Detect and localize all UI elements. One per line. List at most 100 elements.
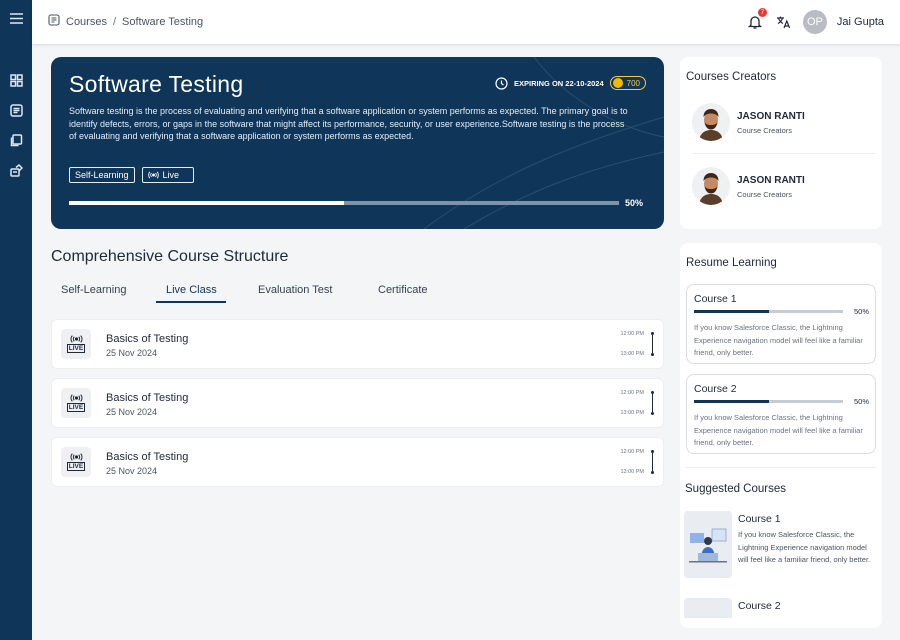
tag-self-learning: Self-Learning bbox=[69, 167, 135, 183]
suggested-course-item[interactable]: Course 2 bbox=[684, 598, 876, 618]
breadcrumb-courses[interactable]: Courses bbox=[66, 16, 107, 28]
resume-progress-bar bbox=[694, 400, 843, 403]
course-title: Software Testing bbox=[69, 71, 244, 97]
tab-evaluation-test[interactable]: Evaluation Test bbox=[258, 284, 332, 296]
section-divider bbox=[686, 467, 876, 468]
sidebar-nav bbox=[0, 0, 32, 640]
lesson-date: 25 Nov 2024 bbox=[106, 407, 158, 417]
tab-self-learning[interactable]: Self-Learning bbox=[61, 284, 126, 296]
lesson-end-time: 13:00 PM bbox=[620, 351, 644, 357]
top-bar: Courses / Software Testing 7 OP Jai Gupt… bbox=[32, 0, 900, 44]
clock-icon bbox=[495, 76, 508, 90]
resume-course-card[interactable]: Course 2 50% If you know Salesforce Clas… bbox=[686, 374, 876, 454]
creator-name: JASON RANTI bbox=[737, 175, 805, 186]
tag-live: Live bbox=[141, 167, 195, 183]
live-class-icon: LIVE bbox=[61, 388, 91, 418]
course-description: Software testing is the process of evalu… bbox=[69, 106, 628, 141]
creator-name: JASON RANTI bbox=[737, 111, 805, 122]
resume-course-description: If you know Salesforce Classic, the Ligh… bbox=[694, 413, 863, 447]
suggested-course-item[interactable]: Course 1 If you know Salesforce Classic,… bbox=[684, 511, 876, 579]
translate-icon[interactable] bbox=[775, 13, 793, 31]
lesson-title: Basics of Testing bbox=[106, 451, 189, 463]
assignments-icon[interactable] bbox=[8, 162, 24, 178]
course-creators-title: Courses Creators bbox=[686, 71, 777, 83]
course-tabs: Self-Learning Live Class Evaluation Test… bbox=[51, 280, 664, 304]
tab-certificate[interactable]: Certificate bbox=[378, 284, 428, 296]
resume-progress-fill bbox=[694, 310, 769, 313]
course-creators-card: Courses Creators JASON RANTI Course Crea… bbox=[680, 57, 882, 229]
user-name[interactable]: Jai Gupta bbox=[837, 16, 884, 28]
lesson-title: Basics of Testing bbox=[106, 333, 189, 345]
lesson-start-time: 12:00 PM bbox=[620, 390, 644, 396]
tab-live-class[interactable]: Live Class bbox=[166, 284, 217, 296]
time-line bbox=[651, 332, 654, 356]
course-tags: Self-Learning Live bbox=[69, 167, 195, 183]
coin-icon bbox=[612, 78, 623, 88]
course-structure-title: Comprehensive Course Structure bbox=[51, 248, 289, 265]
lesson-title: Basics of Testing bbox=[106, 392, 189, 404]
breadcrumb-separator: / bbox=[112, 15, 117, 28]
creator-role: Course Creators bbox=[737, 190, 793, 199]
live-label: LIVE bbox=[66, 344, 86, 353]
expiry-info: EXPIRING ON 22-10-2024 700 bbox=[495, 76, 646, 90]
course-thumbnail bbox=[684, 511, 732, 578]
courses-icon[interactable] bbox=[8, 102, 24, 118]
notification-button[interactable]: 7 bbox=[745, 8, 767, 32]
coins-value: 700 bbox=[626, 78, 640, 88]
lesson-date: 25 Nov 2024 bbox=[106, 348, 158, 358]
course-thumbnail bbox=[684, 598, 732, 618]
creator-divider bbox=[692, 153, 876, 154]
live-broadcast-icon bbox=[147, 171, 159, 179]
lesson-end-time: 13:00 PM bbox=[620, 410, 644, 416]
live-label: LIVE bbox=[66, 462, 86, 471]
lesson-row[interactable]: LIVE Basics of Testing 25 Nov 2024 12:00… bbox=[51, 378, 664, 428]
creator-avatar bbox=[692, 167, 730, 205]
live-class-icon: LIVE bbox=[61, 447, 91, 477]
creator-item[interactable]: JASON RANTI Course Creators bbox=[692, 95, 878, 149]
lesson-date: 25 Nov 2024 bbox=[106, 466, 158, 476]
lesson-end-time: 13:00 PM bbox=[620, 469, 644, 475]
resume-progress-fill bbox=[694, 400, 769, 403]
creator-item[interactable]: JASON RANTI Course Creators bbox=[692, 159, 878, 213]
broadcast-icon bbox=[70, 394, 82, 402]
resume-course-title: Course 1 bbox=[694, 293, 737, 305]
course-hero-banner: Software Testing EXPIRING ON 22-10-2024 … bbox=[51, 57, 664, 229]
course-doc-icon bbox=[48, 14, 60, 29]
lesson-start-time: 12:00 PM bbox=[620, 449, 644, 455]
creator-avatar bbox=[692, 103, 730, 141]
library-icon[interactable] bbox=[8, 132, 24, 148]
dashboard-icon[interactable] bbox=[8, 72, 24, 88]
resume-progress-label: 50% bbox=[853, 307, 869, 316]
resume-learning-title: Resume Learning bbox=[686, 257, 777, 269]
resume-course-title: Course 2 bbox=[694, 383, 737, 395]
live-label: LIVE bbox=[66, 403, 86, 412]
breadcrumb-current: Software Testing bbox=[122, 15, 204, 28]
resume-progress-label: 50% bbox=[853, 397, 869, 406]
tag-live-label: Live bbox=[162, 170, 180, 180]
suggested-courses-title: Suggested Courses bbox=[685, 483, 787, 495]
suggested-course-description: If you know Salesforce Classic, the Ligh… bbox=[738, 530, 871, 564]
live-class-icon: LIVE bbox=[61, 329, 91, 359]
course-progress-label: 50% bbox=[625, 198, 644, 208]
resume-course-card[interactable]: Course 1 50% If you know Salesforce Clas… bbox=[686, 284, 876, 364]
breadcrumb: Courses / Software Testing bbox=[48, 14, 203, 29]
lesson-start-time: 12:00 PM bbox=[620, 331, 644, 337]
creator-role: Course Creators bbox=[737, 126, 793, 135]
time-line bbox=[651, 450, 654, 474]
suggested-course-title: Course 1 bbox=[738, 513, 781, 525]
course-progress-bar bbox=[69, 201, 619, 205]
time-line bbox=[651, 391, 654, 415]
expiry-date: EXPIRING ON 22-10-2024 bbox=[514, 78, 604, 88]
broadcast-icon bbox=[70, 453, 82, 461]
broadcast-icon bbox=[70, 335, 82, 343]
resume-progress-bar bbox=[694, 310, 843, 313]
resume-course-description: If you know Salesforce Classic, the Ligh… bbox=[694, 323, 863, 357]
notification-badge: 7 bbox=[757, 8, 767, 17]
coins-badge: 700 bbox=[609, 76, 646, 90]
avatar[interactable]: OP bbox=[802, 10, 827, 34]
active-tab-indicator bbox=[156, 301, 226, 303]
course-progress-fill bbox=[69, 201, 344, 205]
lesson-row[interactable]: LIVE Basics of Testing 25 Nov 2024 12:00… bbox=[51, 437, 664, 487]
lesson-row[interactable]: LIVE Basics of Testing 25 Nov 2024 12:00… bbox=[51, 319, 664, 369]
menu-icon[interactable] bbox=[8, 10, 24, 26]
